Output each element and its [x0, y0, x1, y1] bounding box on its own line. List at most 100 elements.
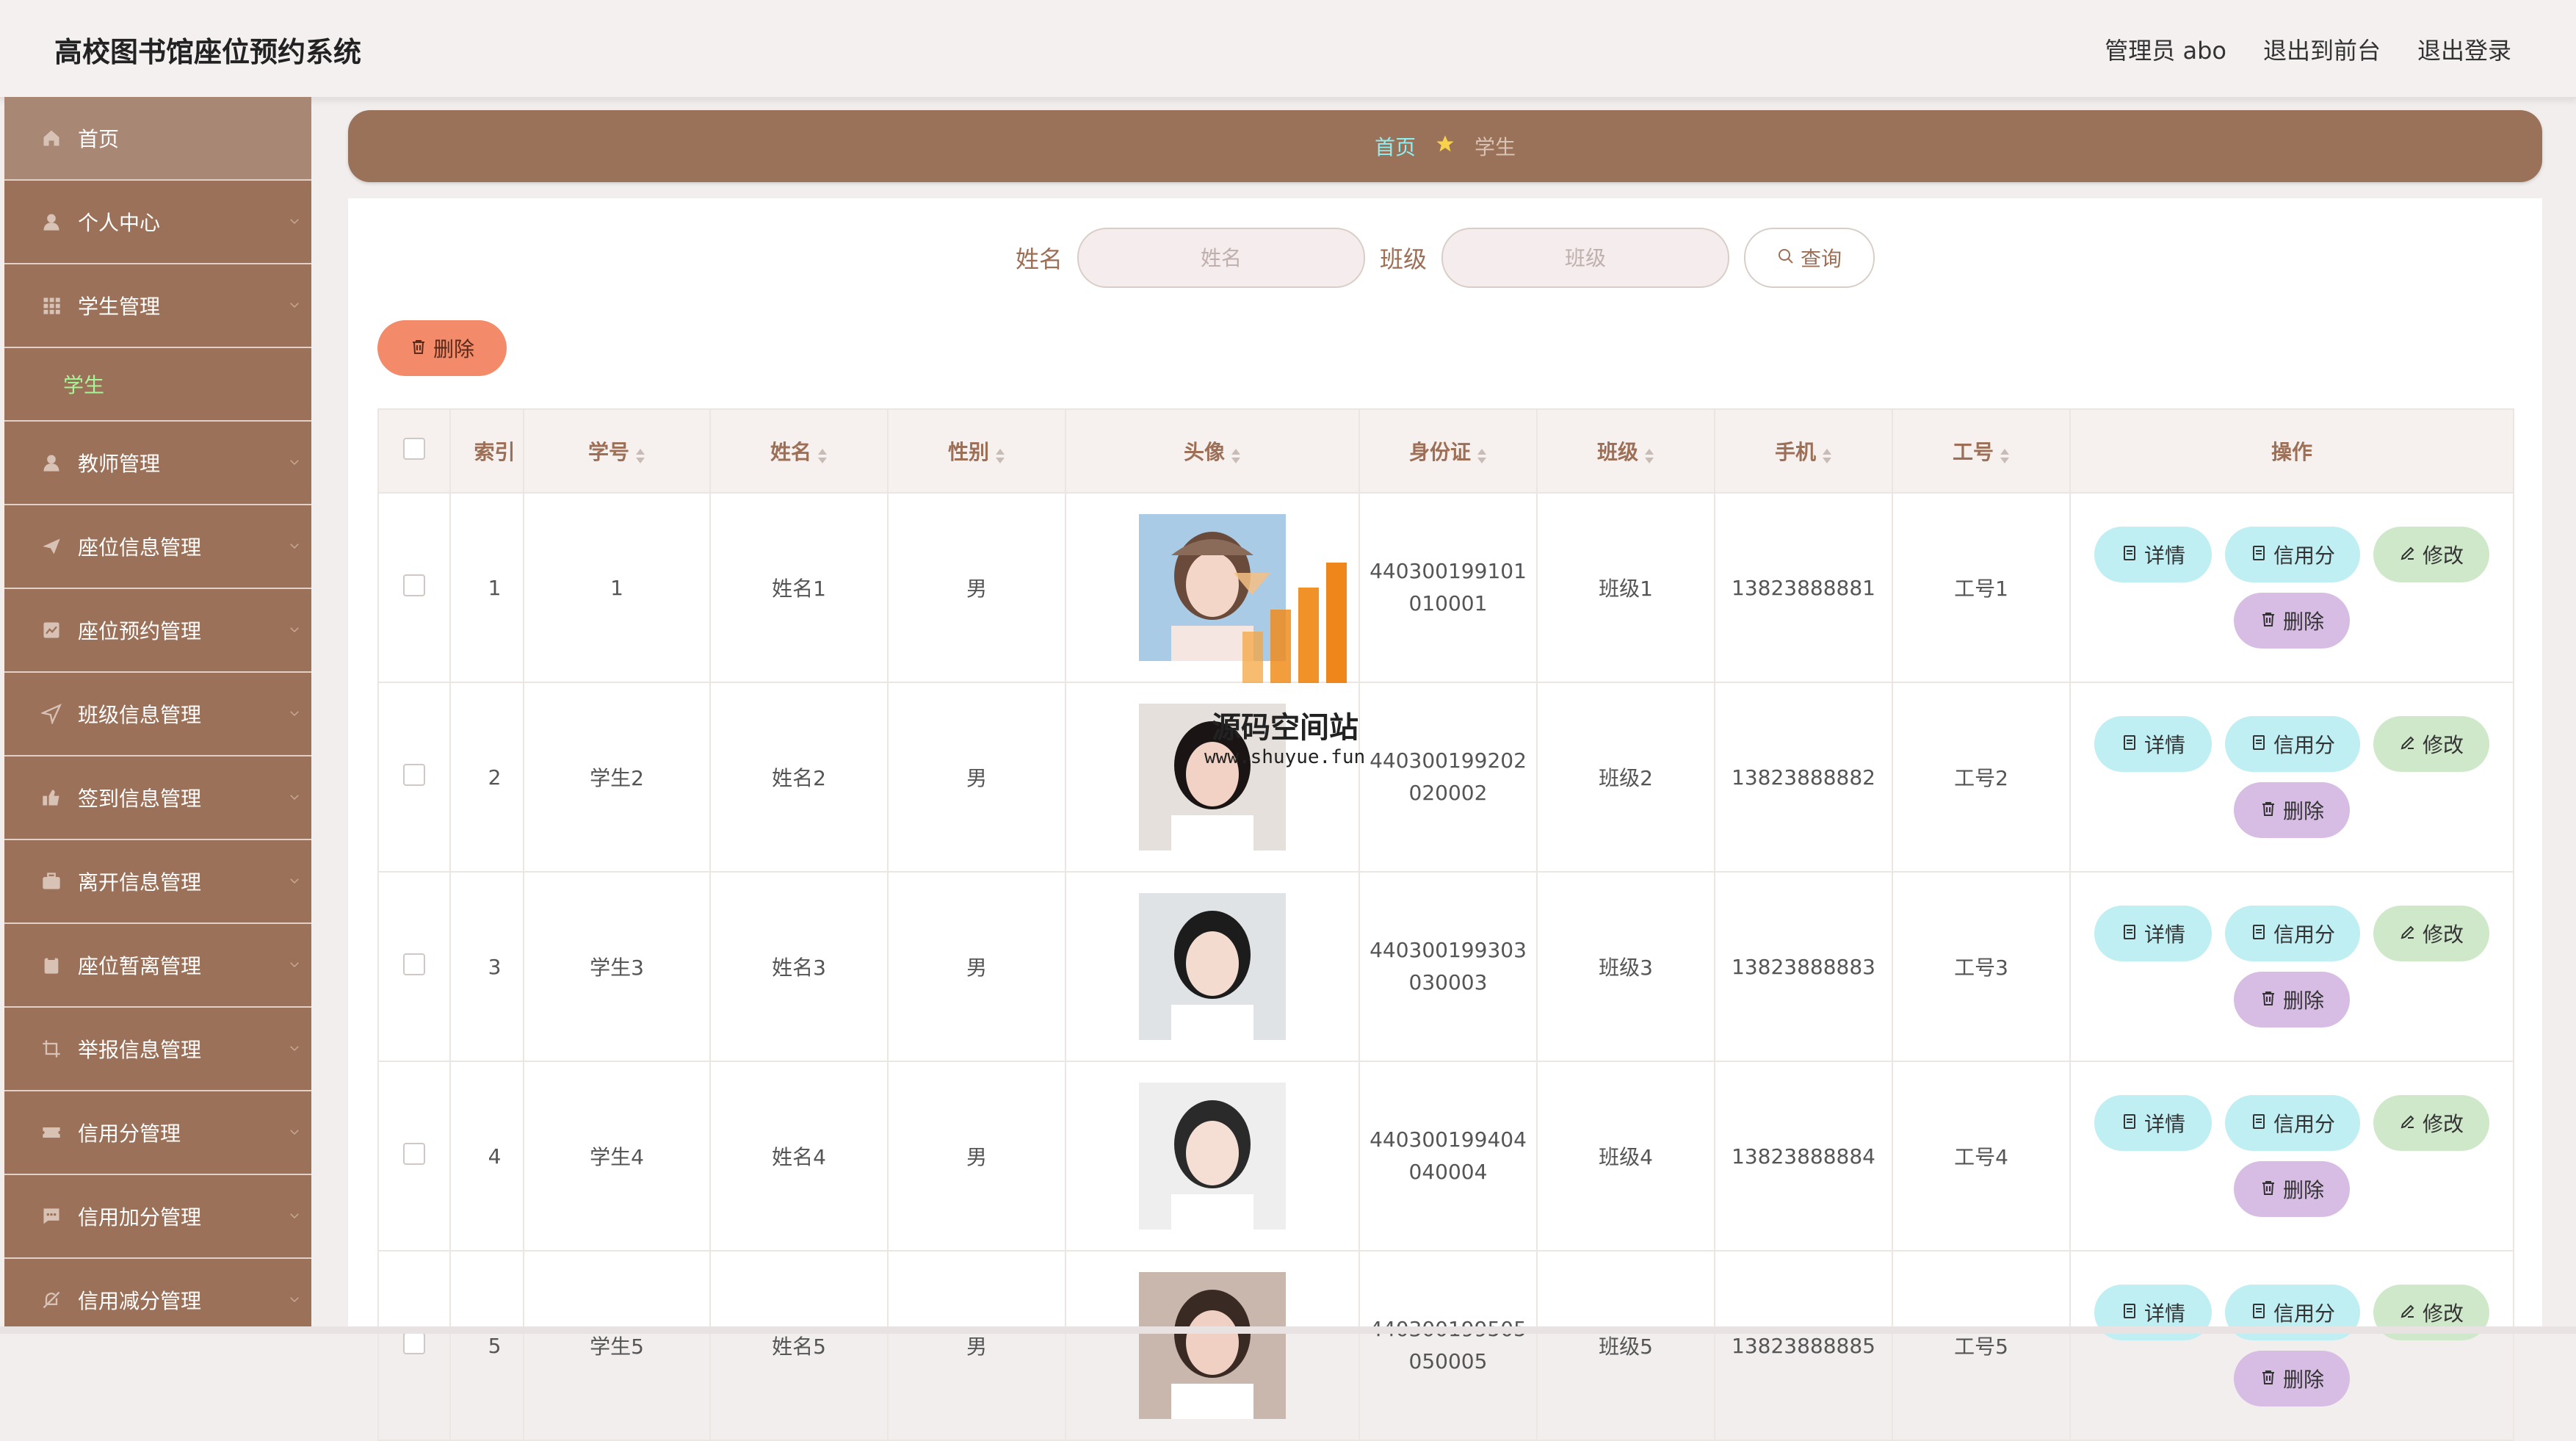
edit-button[interactable]: 修改: [2373, 906, 2489, 961]
cell-gender: 男: [887, 1061, 1066, 1252]
header-actions: 管理员 abo 退出到前台 退出登录: [2105, 32, 2511, 66]
select-all-cell[interactable]: [377, 408, 451, 494]
row-delete-button[interactable]: 删除: [2234, 1161, 2350, 1217]
sort-icon[interactable]: [1477, 445, 1487, 463]
query-button[interactable]: 查询: [1744, 228, 1875, 288]
table-row[interactable]: 4 学生4 姓名4 男 440300199404 040004 班级4 13823888884…: [377, 1061, 2514, 1252]
cell-avatar: [1065, 1061, 1360, 1252]
credit-button[interactable]: 信用分: [2225, 716, 2360, 772]
edit-button[interactable]: 修改: [2373, 716, 2489, 772]
name-label: 姓名: [1015, 245, 1063, 273]
row-select-cell[interactable]: [377, 492, 451, 683]
sidebar-item-label: 个人中心: [78, 211, 161, 235]
row-delete-button[interactable]: 删除: [2234, 782, 2350, 838]
sidebar-item-1[interactable]: 个人中心: [4, 181, 311, 264]
class-search-input[interactable]: [1441, 228, 1730, 288]
edit-button[interactable]: 修改: [2373, 527, 2489, 582]
sort-icon[interactable]: [995, 445, 1005, 463]
cell-index: 1: [449, 492, 524, 683]
sidebar-item-7[interactable]: 签到信息管理: [4, 756, 311, 840]
row-delete-label: 删除: [2282, 989, 2324, 1013]
sidebar-item-3[interactable]: 教师管理: [4, 422, 311, 505]
detail-label: 详情: [2143, 922, 2185, 947]
sort-icon[interactable]: [635, 445, 645, 463]
table-row[interactable]: 1 1 姓名1 男 440300199101 010001 班级1 13823888881 工号…: [377, 492, 2514, 683]
cell-class: 班级4: [1536, 1061, 1715, 1252]
id-card-part2: 050005: [1408, 1349, 1488, 1373]
sidebar-item-10[interactable]: 举报信息管理: [4, 1008, 311, 1091]
bottom-scrollbar[interactable]: [0, 1326, 2576, 1334]
sidebar-item-6[interactable]: 班级信息管理: [4, 673, 311, 756]
row-checkbox[interactable]: [403, 1332, 425, 1354]
row-select-cell[interactable]: [377, 1250, 451, 1441]
suitcase-icon: [41, 871, 62, 892]
row-delete-button[interactable]: 删除: [2234, 1351, 2350, 1406]
batch-delete-button[interactable]: 删除: [377, 320, 507, 376]
cell-job-no: 工号3: [1892, 871, 2071, 1062]
sidebar-item-2[interactable]: 学生管理: [4, 264, 311, 348]
row-checkbox[interactable]: [403, 1142, 425, 1165]
header-phone[interactable]: 手机: [1714, 408, 1893, 494]
credit-button[interactable]: 信用分: [2225, 1095, 2360, 1151]
table-row[interactable]: 2 学生2 姓名2 男 440300199202 020002 班级2 13823888882…: [377, 682, 2514, 873]
cell-phone: 13823888881: [1714, 492, 1893, 683]
sort-icon[interactable]: [1231, 445, 1241, 463]
sidebar-item-5[interactable]: 座位预约管理: [4, 589, 311, 673]
header-label: 手机: [1774, 440, 1816, 464]
row-checkbox[interactable]: [403, 953, 425, 975]
edit-label: 修改: [2422, 1301, 2464, 1326]
cell-class: 班级2: [1536, 682, 1715, 873]
detail-button[interactable]: 详情: [2094, 906, 2212, 961]
sort-icon[interactable]: [1822, 445, 1832, 463]
sidebar-subitem-student[interactable]: 学生: [4, 348, 311, 422]
cell-id-card: 440300199505050005: [1358, 1250, 1538, 1441]
header-name[interactable]: 姓名: [709, 408, 889, 494]
detail-button[interactable]: 详情: [2094, 1095, 2212, 1151]
sidebar-item-label: 首页: [78, 127, 120, 151]
row-checkbox[interactable]: [403, 574, 425, 596]
detail-label: 详情: [2143, 733, 2185, 757]
header-avatar[interactable]: 头像: [1065, 408, 1360, 494]
detail-button[interactable]: 详情: [2094, 716, 2212, 772]
cell-class: 班级5: [1536, 1250, 1715, 1441]
table-row[interactable]: 5学生5姓名5男 440300199505050005班级513823888885…: [377, 1250, 2514, 1441]
credit-button[interactable]: 信用分: [2225, 906, 2360, 961]
sort-icon[interactable]: [817, 445, 828, 463]
row-select-cell[interactable]: [377, 1061, 451, 1252]
edit-button[interactable]: 修改: [2373, 1095, 2489, 1151]
sidebar-item-13[interactable]: 信用减分管理: [4, 1259, 311, 1334]
edit-label: 修改: [2422, 922, 2464, 947]
sidebar-item-8[interactable]: 离开信息管理: [4, 840, 311, 924]
header-id-card[interactable]: 身份证: [1358, 408, 1538, 494]
credit-button[interactable]: 信用分: [2225, 527, 2360, 582]
cell-name: 姓名3: [709, 871, 889, 1062]
logout-link[interactable]: 退出登录: [2417, 32, 2511, 66]
sidebar-item-12[interactable]: 信用加分管理: [4, 1175, 311, 1259]
sidebar-item-11[interactable]: 信用分管理: [4, 1091, 311, 1175]
row-select-cell[interactable]: [377, 682, 451, 873]
sidebar-item-9[interactable]: 座位暂离管理: [4, 924, 311, 1008]
row-delete-button[interactable]: 删除: [2234, 972, 2350, 1028]
name-search-input[interactable]: [1077, 228, 1365, 288]
select-all-checkbox[interactable]: [403, 437, 425, 460]
row-checkbox[interactable]: [403, 763, 425, 786]
ticket-icon: [41, 1122, 62, 1143]
table-row[interactable]: 3 学生3 姓名3 男 440300199303 030003 班级3 13823888883…: [377, 871, 2514, 1062]
sidebar-item-4[interactable]: 座位信息管理: [4, 505, 311, 589]
cell-phone: 13823888883: [1714, 871, 1893, 1062]
header-gender[interactable]: 性别: [887, 408, 1066, 494]
sort-icon[interactable]: [2000, 445, 2010, 463]
detail-label: 详情: [2143, 1112, 2185, 1136]
exit-front-link[interactable]: 退出到前台: [2263, 32, 2381, 66]
sort-icon[interactable]: [1644, 445, 1654, 463]
row-select-cell[interactable]: [377, 871, 451, 1062]
row-delete-button[interactable]: 删除: [2234, 593, 2350, 649]
header-student-no[interactable]: 学号: [523, 408, 711, 494]
breadcrumb-home[interactable]: 首页: [1375, 131, 1416, 161]
header-job-no[interactable]: 工号: [1892, 408, 2071, 494]
pencil-icon: [2399, 1301, 2417, 1325]
chevron-down-icon: [290, 878, 299, 884]
detail-button[interactable]: 详情: [2094, 527, 2212, 582]
sidebar-item-0[interactable]: 首页: [4, 97, 311, 181]
header-class[interactable]: 班级: [1536, 408, 1715, 494]
